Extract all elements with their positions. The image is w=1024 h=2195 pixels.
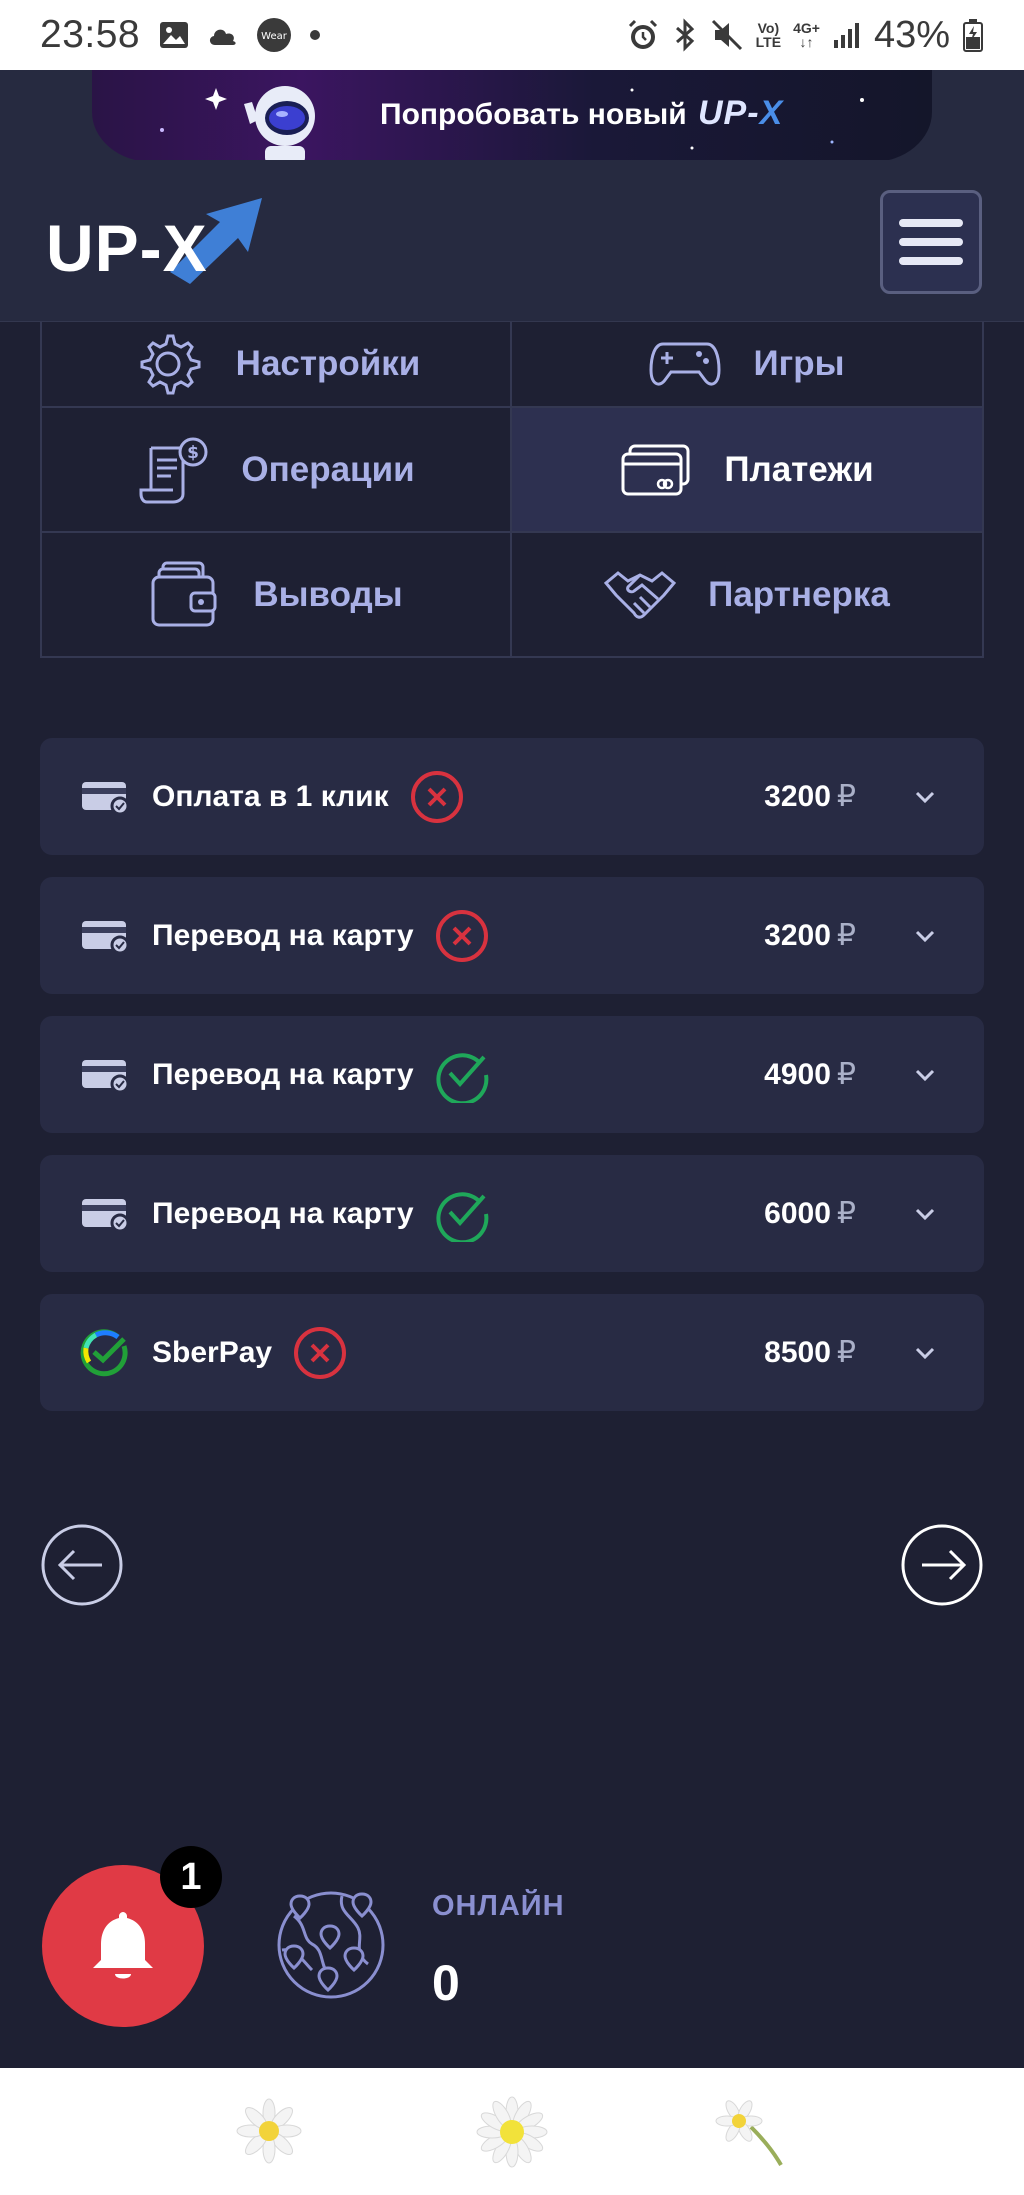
promo-logo: UP-X: [698, 94, 783, 133]
wallet-icon: [149, 559, 221, 631]
recent-apps-button[interactable]: [229, 2095, 313, 2169]
menu-item-settings[interactable]: Настройки: [42, 322, 512, 408]
chevron-down-icon[interactable]: [912, 927, 938, 945]
bluetooth-icon: [672, 18, 698, 52]
menu-button[interactable]: [880, 190, 982, 294]
system-nav-bar: [0, 2068, 1024, 2195]
svg-text:$: $: [187, 443, 199, 463]
status-failed-icon: [409, 769, 465, 825]
status-bar: 23:58 Wear Vo) LTE 4G+ ↓↑ 43%: [0, 0, 1024, 70]
payment-amount: 3200 ₽: [764, 780, 856, 813]
prev-page-button[interactable]: [40, 1523, 124, 1607]
payment-amount: 3200 ₽: [764, 919, 856, 952]
battery-icon: [962, 18, 984, 52]
globe-icon: [272, 1886, 390, 2004]
arrow-right-icon: [901, 1524, 983, 1606]
daisy-icon: [236, 2098, 302, 2163]
handshake-icon: [604, 565, 677, 625]
wear-icon: Wear: [256, 17, 292, 53]
battery-percent: 43%: [873, 13, 950, 56]
payment-method: Перевод на карту: [152, 918, 414, 952]
menu-label: Настройки: [235, 344, 421, 383]
menu-item-partner[interactable]: Партнерка: [512, 533, 982, 658]
gamepad-icon: [649, 336, 721, 392]
back-button[interactable]: [711, 2095, 795, 2169]
arrow-left-icon: [41, 1524, 123, 1606]
dot-icon: [308, 28, 322, 42]
status-left-icons: Wear: [158, 17, 322, 53]
payment-row[interactable]: Перевод на карту 3200 ₽: [40, 877, 984, 994]
gallery-icon: [158, 19, 190, 51]
menu-item-withdrawals[interactable]: Выводы: [42, 533, 512, 658]
menu-item-games[interactable]: Игры: [512, 322, 982, 408]
chevron-down-icon[interactable]: [912, 1344, 938, 1362]
receipt-icon: $: [137, 434, 209, 506]
cards-icon: [620, 442, 692, 498]
menu-label: Платежи: [724, 449, 874, 489]
promo-logo-x: X: [759, 94, 784, 132]
chevron-down-icon[interactable]: [912, 1205, 938, 1223]
signal-icon: [832, 20, 862, 50]
volte-icon: Vo) LTE: [756, 21, 781, 49]
status-time: 23:58: [40, 13, 141, 56]
payment-method: Оплата в 1 клик: [152, 779, 389, 813]
status-success-icon: [434, 1047, 490, 1103]
card-icon: [80, 779, 130, 815]
menu-label: Выводы: [253, 574, 403, 614]
payment-row[interactable]: SberPay 8500 ₽: [40, 1294, 984, 1411]
status-failed-icon: [434, 908, 490, 964]
card-icon: [80, 918, 130, 954]
alarm-icon: [626, 18, 660, 52]
payment-method: Перевод на карту: [152, 1196, 414, 1230]
online-label: ОНЛАЙН: [432, 1890, 565, 1922]
network-4g-icon: 4G+ ↓↑: [793, 20, 820, 50]
sberpay-icon: [80, 1328, 130, 1378]
menu-label: Партнерка: [708, 574, 890, 614]
card-icon: [80, 1196, 130, 1232]
status-failed-icon: [292, 1325, 348, 1381]
volte-bottom: LTE: [755, 34, 782, 50]
account-menu: Настройки Игры $ Операции Платежи Выводы…: [40, 322, 984, 658]
volte-top: Vo): [757, 20, 780, 36]
promo-text: Попробовать новый: [380, 98, 687, 131]
promo-banner[interactable]: Попробовать новый UP-X: [0, 70, 1024, 162]
payment-method: SberPay: [152, 1335, 273, 1369]
daisy-icon: [476, 2096, 548, 2167]
mute-icon: [710, 18, 744, 52]
payment-amount: 8500 ₽: [764, 1336, 856, 1369]
notification-badge: 1: [160, 1846, 222, 1908]
payment-row[interactable]: Перевод на карту 4900 ₽: [40, 1016, 984, 1133]
network-gen: 4G+: [793, 20, 820, 36]
menu-label: Игры: [753, 344, 845, 383]
bell-icon: [93, 1912, 153, 1979]
payment-row[interactable]: Перевод на карту 6000 ₽: [40, 1155, 984, 1272]
app-header: UP-X: [0, 160, 1024, 322]
chevron-down-icon[interactable]: [912, 788, 938, 806]
home-button[interactable]: [470, 2095, 554, 2169]
next-page-button[interactable]: [900, 1523, 984, 1607]
promo-logo-main: UP-: [698, 94, 760, 132]
chevron-down-icon[interactable]: [912, 1066, 938, 1084]
card-icon: [80, 1057, 130, 1093]
online-count: 0: [432, 1955, 460, 2011]
menu-item-payments[interactable]: Платежи: [512, 408, 982, 533]
menu-item-operations[interactable]: $ Операции: [42, 408, 512, 533]
payment-amount: 4900 ₽: [764, 1058, 856, 1091]
payment-amount: 6000 ₽: [764, 1197, 856, 1230]
wear-label: Wear: [261, 31, 288, 42]
payment-row[interactable]: Оплата в 1 клик 3200 ₽: [40, 738, 984, 855]
menu-label: Операции: [241, 449, 415, 489]
app-logo[interactable]: UP-X: [46, 210, 208, 286]
daisy-icon: [715, 2099, 784, 2166]
status-success-icon: [434, 1186, 490, 1242]
status-right-icons: Vo) LTE 4G+ ↓↑ 43%: [626, 14, 984, 57]
payments-list: Оплата в 1 клик 3200 ₽ Перевод на карту 3…: [40, 738, 984, 1433]
cloud-icon: [206, 23, 240, 47]
payment-method: Перевод на карту: [152, 1057, 414, 1091]
gear-icon: [132, 328, 204, 400]
astronaut-icon: [244, 86, 315, 162]
